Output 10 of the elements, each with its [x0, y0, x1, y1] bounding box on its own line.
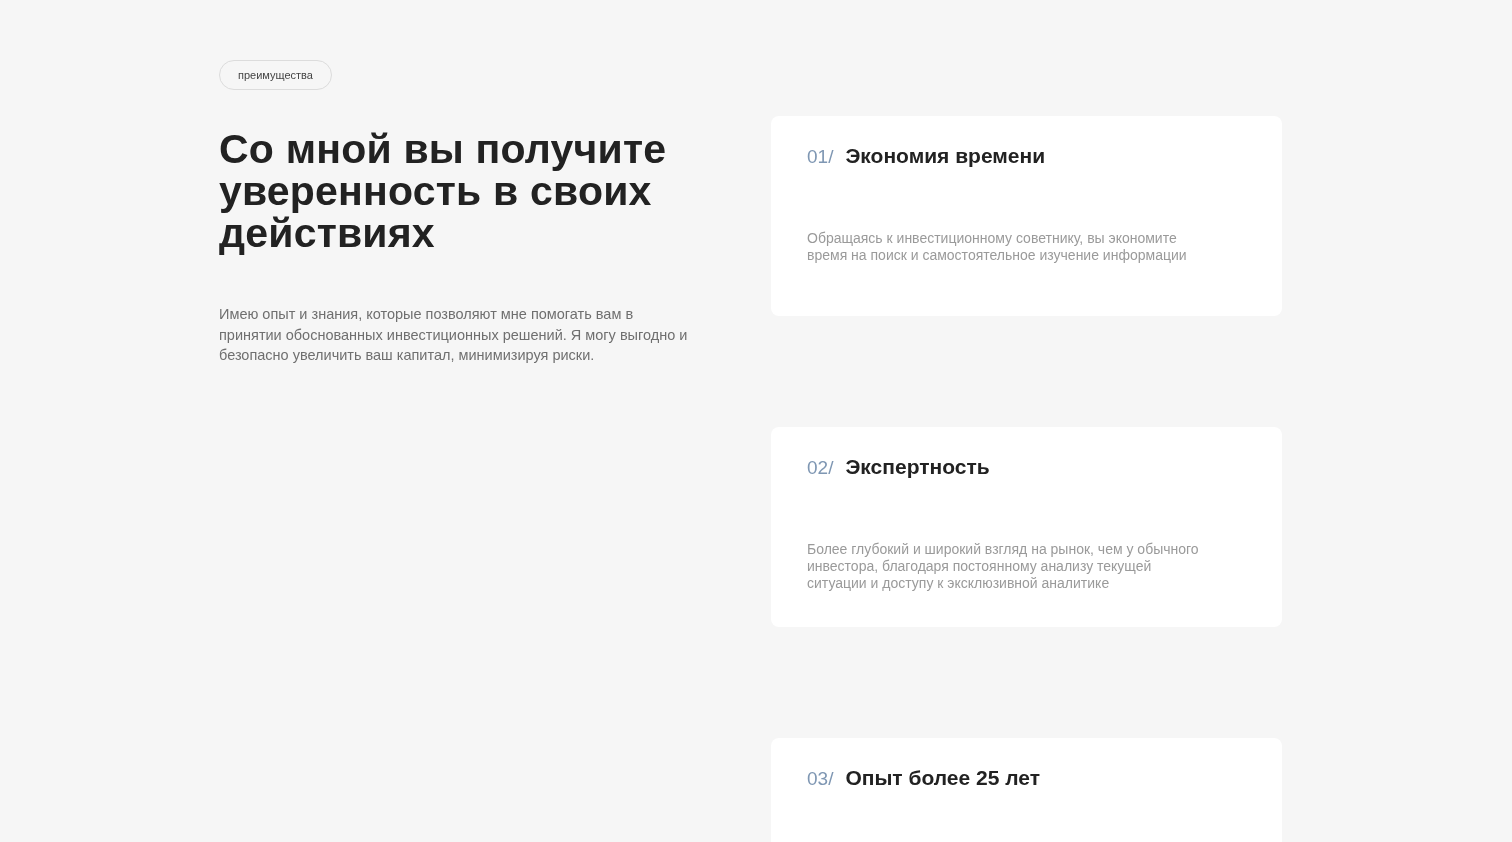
section-heading: Со мной вы получите уверенность в своих действиях — [219, 128, 668, 254]
card-number: 01/ — [807, 146, 834, 168]
card-title: Экономия времени — [845, 144, 1046, 168]
card-title: Опыт более 25 лет — [845, 766, 1040, 790]
card-text: Более глубокий и широкий взгляд на рынок, чем у обычного инвестора, благодаря постоянному анализу текущей ситуации и доступу к эксклюзивной аналитике — [807, 541, 1200, 592]
intro-text: Имею опыт и знания, которые позволяют мне помогать вам в принятии обоснованных инвестиционных решений. Я могу выгодно и безопасно увеличить ваш капитал, минимизируя риски. — [219, 305, 689, 365]
card-number: 02/ — [807, 457, 834, 479]
card-text: Обращаясь к инвестиционному советнику, вы экономите время на поиск и самостоятельное изучение информации — [807, 230, 1188, 264]
card-number: 03/ — [807, 768, 834, 790]
card-title: Экспертность — [845, 455, 990, 479]
